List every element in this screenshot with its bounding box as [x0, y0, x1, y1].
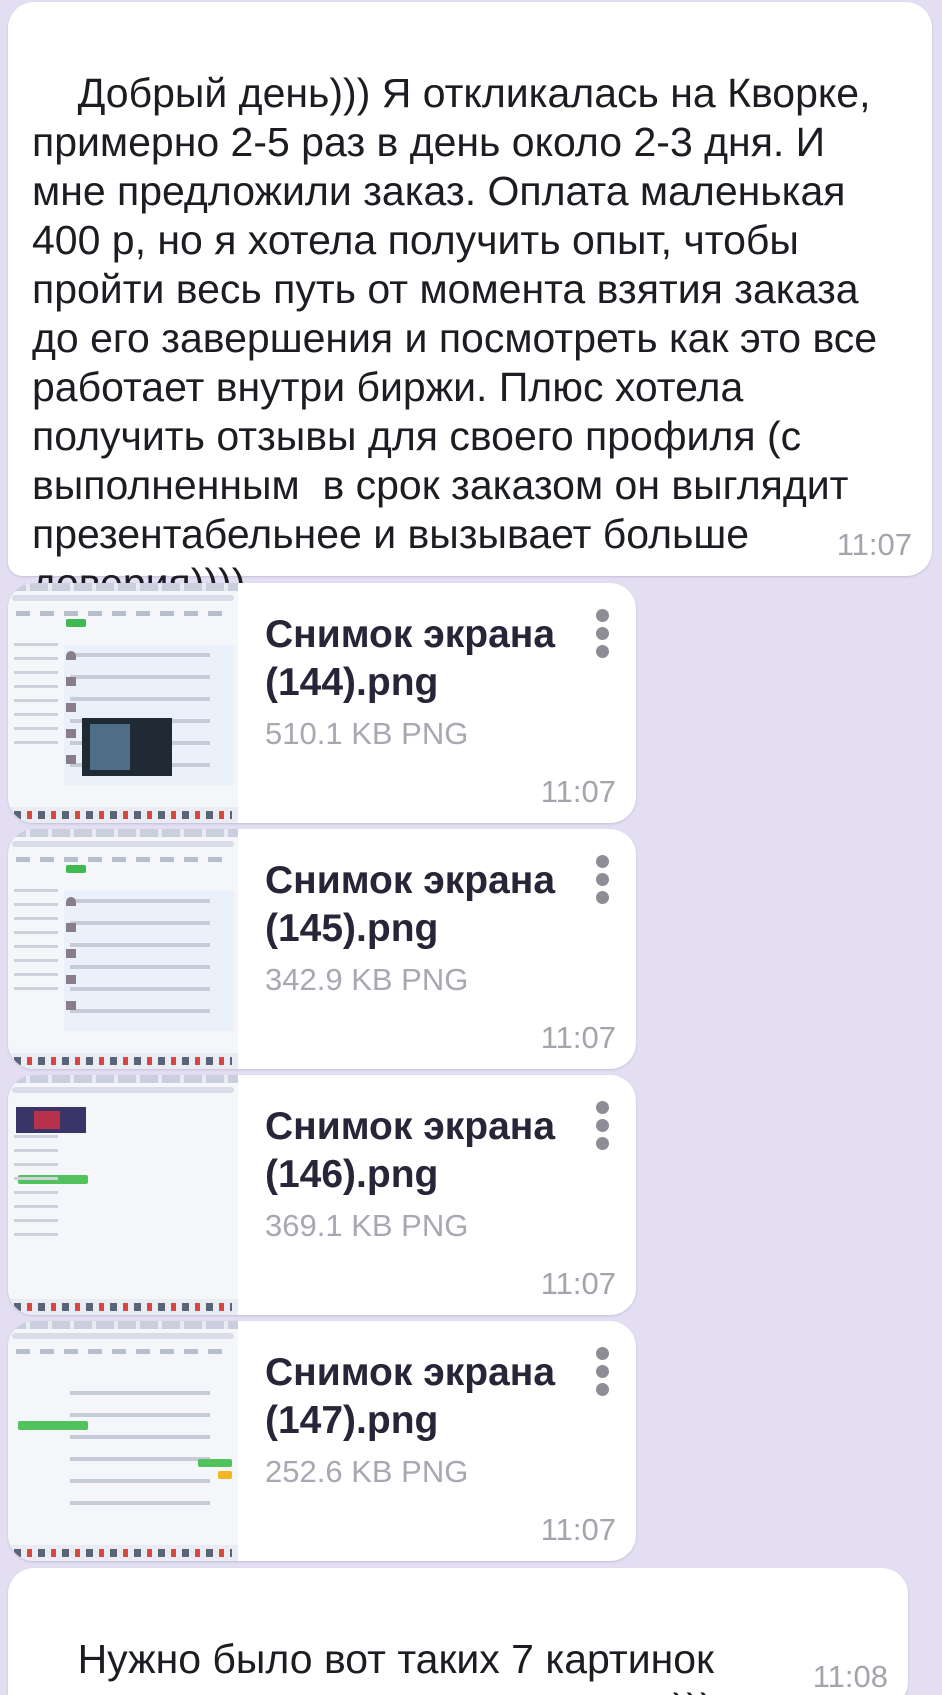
file-thumbnail[interactable] [8, 829, 238, 1069]
file-thumbnail[interactable] [8, 583, 238, 823]
more-vertical-icon[interactable] [588, 1097, 618, 1150]
message-bubble[interactable]: Нужно было вот таких 7 картинок сделать,… [8, 1568, 908, 1695]
message-time: 11:07 [540, 1512, 616, 1547]
message-time: 11:07 [836, 527, 912, 562]
message-text: Нужно было вот таких 7 картинок сделать,… [32, 1636, 714, 1695]
message-time: 11:08 [812, 1659, 888, 1694]
file-size: 252.6 KB PNG [265, 1454, 469, 1489]
file-message[interactable]: Снимок экрана (146).png 369.1 KB PNG 11:… [8, 1075, 636, 1315]
file-message[interactable]: Снимок экрана (144).png 510.1 KB PNG 11:… [8, 583, 636, 823]
file-name[interactable]: Снимок экрана (144).png [265, 611, 585, 707]
file-thumbnail[interactable] [8, 1321, 238, 1561]
file-name[interactable]: Снимок экрана (147).png [265, 1349, 585, 1445]
file-message[interactable]: Снимок экрана (145).png 342.9 KB PNG 11:… [8, 829, 636, 1069]
file-name[interactable]: Снимок экрана (146).png [265, 1103, 585, 1199]
file-name[interactable]: Снимок экрана (145).png [265, 857, 585, 953]
more-vertical-icon[interactable] [588, 605, 618, 658]
message-time: 11:07 [540, 1266, 616, 1301]
message-time: 11:07 [540, 1020, 616, 1055]
more-vertical-icon[interactable] [588, 851, 618, 904]
file-size: 342.9 KB PNG [265, 962, 469, 997]
file-size: 369.1 KB PNG [265, 1208, 469, 1243]
message-text: Добрый день))) Я откликалась на Кворке, … [32, 70, 878, 606]
more-vertical-icon[interactable] [588, 1343, 618, 1396]
chat-view[interactable]: Добрый день))) Я откликалась на Кворке, … [0, 0, 942, 1695]
message-bubble[interactable]: Добрый день))) Я откликалась на Кворке, … [8, 2, 932, 606]
file-message[interactable]: Снимок экрана (147).png 252.6 KB PNG 11:… [8, 1321, 636, 1561]
file-size: 510.1 KB PNG [265, 716, 469, 751]
message-time: 11:07 [540, 774, 616, 809]
file-thumbnail[interactable] [8, 1075, 238, 1315]
